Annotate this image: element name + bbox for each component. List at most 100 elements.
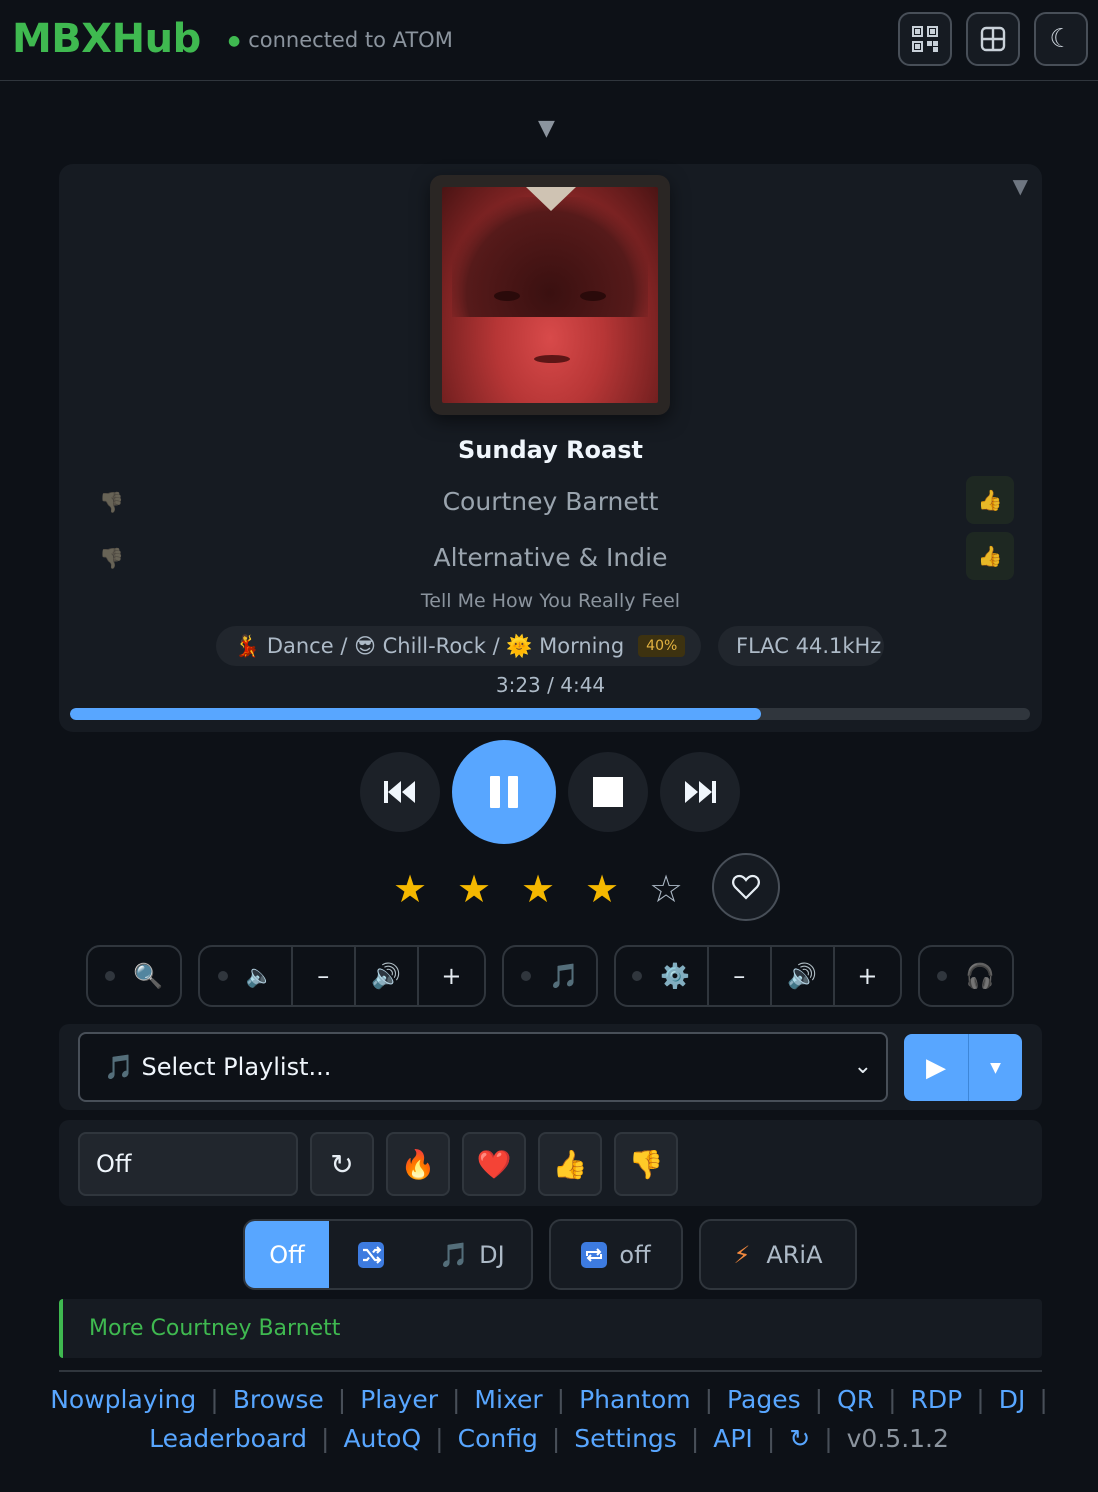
nav-link-mixer[interactable]: Mixer	[474, 1385, 542, 1414]
music-led	[521, 971, 532, 981]
autoq-refresh-button[interactable]: ↻	[310, 1132, 374, 1196]
refresh-icon[interactable]: ↻	[789, 1424, 810, 1453]
header: MBXHub ● connected to ATOM ☾	[0, 0, 1098, 81]
dj-mode-button[interactable]: 🎵 DJ	[413, 1221, 531, 1288]
track-album[interactable]: Tell Me How You Really Feel	[59, 590, 1042, 612]
track-artist[interactable]: Courtney Barnett	[59, 487, 1042, 516]
shuffle-button[interactable]	[329, 1221, 413, 1288]
footer-divider	[59, 1370, 1042, 1372]
minus-icon: –	[733, 962, 746, 990]
pause-button[interactable]	[452, 740, 556, 844]
music-button[interactable]: 🎵	[504, 947, 596, 1005]
rating-star-2[interactable]: ★	[457, 867, 491, 911]
mood-pill[interactable]: 💃 Dance / 😎 Chill-Rock / 🌞 Morning 40%	[216, 626, 701, 666]
speaker-toggle-button[interactable]: 🔈	[200, 947, 291, 1005]
collapse-toggle-icon[interactable]: ▼	[538, 116, 555, 141]
card-collapse-icon[interactable]: ▼	[1013, 174, 1028, 198]
playlist-panel: 🎵 Select Playlist... ⌄ ▶ ▼	[59, 1024, 1042, 1110]
nav-link-pages[interactable]: Pages	[727, 1385, 801, 1414]
nav-link-settings[interactable]: Settings	[574, 1424, 677, 1453]
speaker-volume-down-button[interactable]: –	[290, 947, 354, 1005]
autoq-liked-button[interactable]: 👍	[538, 1132, 602, 1196]
device-mute-button[interactable]: 🔊	[769, 947, 833, 1005]
nav-link-phantom[interactable]: Phantom	[579, 1385, 691, 1414]
mood-text: 💃 Dance / 😎 Chill-Rock / 🌞 Morning	[234, 633, 625, 658]
play-playlist-button[interactable]: ▶	[904, 1034, 969, 1101]
like-genre-button[interactable]: 👍	[966, 532, 1014, 580]
autoq-hot-button[interactable]: 🔥	[386, 1132, 450, 1196]
volume-icon: 🔊	[371, 962, 402, 990]
theme-toggle-button[interactable]: ☾	[1034, 12, 1088, 66]
device-volume-down-button[interactable]: –	[706, 947, 770, 1005]
thumbs-down-icon: 👎	[628, 1147, 664, 1181]
playlist-select-value: 🎵 Select Playlist...	[104, 1053, 332, 1081]
aria-button[interactable]: ⚡ ARiA	[701, 1221, 855, 1288]
thumbs-up-icon: 👍	[977, 544, 1003, 568]
album-cover[interactable]	[430, 175, 670, 415]
speaker-volume-up-button[interactable]: +	[416, 947, 484, 1005]
nav-link-config[interactable]: Config	[458, 1424, 538, 1453]
autoq-select[interactable]: Off	[78, 1132, 298, 1196]
lightning-icon: ⚡	[733, 1240, 751, 1269]
nav-link-nowplaying[interactable]: Nowplaying	[50, 1385, 196, 1414]
caret-down-icon: ▼	[990, 1059, 1001, 1076]
track-genre[interactable]: Alternative & Indie	[59, 543, 1042, 572]
nav-link-dj[interactable]: DJ	[999, 1385, 1026, 1414]
nav-separator: |	[337, 1385, 347, 1414]
search-led	[105, 971, 116, 981]
search-button[interactable]: 🔍	[88, 947, 180, 1005]
shuffle-icon	[358, 1241, 384, 1268]
cover-mouth	[534, 355, 570, 363]
favorite-button[interactable]	[712, 853, 780, 921]
layout-button[interactable]	[966, 12, 1020, 66]
nav-separator: |	[1039, 1385, 1048, 1414]
next-button[interactable]	[660, 752, 740, 832]
grid-icon	[980, 26, 1006, 52]
nav-link-player[interactable]: Player	[360, 1385, 438, 1414]
device-settings-button[interactable]: ⚙️	[616, 947, 707, 1005]
nav-separator: |	[976, 1385, 985, 1414]
play-options-button[interactable]: ▼	[969, 1034, 1022, 1101]
play-icon: ▶	[926, 1052, 946, 1083]
rating-star-1[interactable]: ★	[393, 867, 427, 911]
stop-button[interactable]	[568, 752, 648, 832]
repeat-mode-group: off	[549, 1219, 683, 1290]
nav-separator: |	[321, 1424, 330, 1453]
refresh-icon: ↻	[330, 1147, 354, 1181]
nav-link-api[interactable]: API	[713, 1424, 753, 1453]
playlist-select[interactable]: 🎵 Select Playlist... ⌄	[78, 1032, 888, 1102]
nav-link-autoq[interactable]: AutoQ	[343, 1424, 421, 1453]
rating-star-5[interactable]: ☆	[649, 867, 683, 911]
like-artist-button[interactable]: 👍	[966, 476, 1014, 524]
suggestion-banner[interactable]: More Courtney Barnett	[59, 1299, 1042, 1358]
previous-button[interactable]	[360, 752, 440, 832]
speaker-mute-button[interactable]: 🔊	[353, 947, 417, 1005]
headphones-button[interactable]: 🎧	[920, 947, 1012, 1005]
qr-button[interactable]	[898, 12, 952, 66]
nav-link-rdp[interactable]: RDP	[911, 1385, 963, 1414]
app-brand[interactable]: MBXHub	[12, 16, 201, 62]
chevron-down-icon: ⌄	[853, 1054, 872, 1079]
progress-bar[interactable]	[70, 708, 1030, 720]
footer-nav-row-1: Nowplaying | Browse | Player | Mixer | Phantom | P…	[0, 1385, 1098, 1414]
connection-status-text: connected to ATOM	[248, 28, 453, 52]
repeat-label: off	[619, 1240, 651, 1269]
rating-star-3[interactable]: ★	[521, 867, 555, 911]
music-control: 🎵	[502, 945, 598, 1007]
music-note-icon: 🎵	[549, 962, 579, 990]
nav-link-qr[interactable]: QR	[837, 1385, 874, 1414]
nav-link-leaderboard[interactable]: Leaderboard	[149, 1424, 307, 1453]
repeat-icon	[581, 1241, 608, 1268]
nav-separator: |	[556, 1385, 566, 1414]
autoq-loved-button[interactable]: ❤️	[462, 1132, 526, 1196]
mood-confidence-badge: 40%	[638, 635, 686, 657]
search-icon: 🔍	[133, 962, 163, 990]
repeat-button[interactable]: off	[551, 1221, 681, 1288]
stop-icon	[593, 777, 623, 807]
device-volume-up-button[interactable]: +	[832, 947, 900, 1005]
rating-star-4[interactable]: ★	[585, 867, 619, 911]
status-dot-icon: ●	[228, 33, 241, 49]
mode-off-button[interactable]: Off	[245, 1221, 329, 1288]
autoq-disliked-button[interactable]: 👎	[614, 1132, 678, 1196]
nav-link-browse[interactable]: Browse	[233, 1385, 324, 1414]
